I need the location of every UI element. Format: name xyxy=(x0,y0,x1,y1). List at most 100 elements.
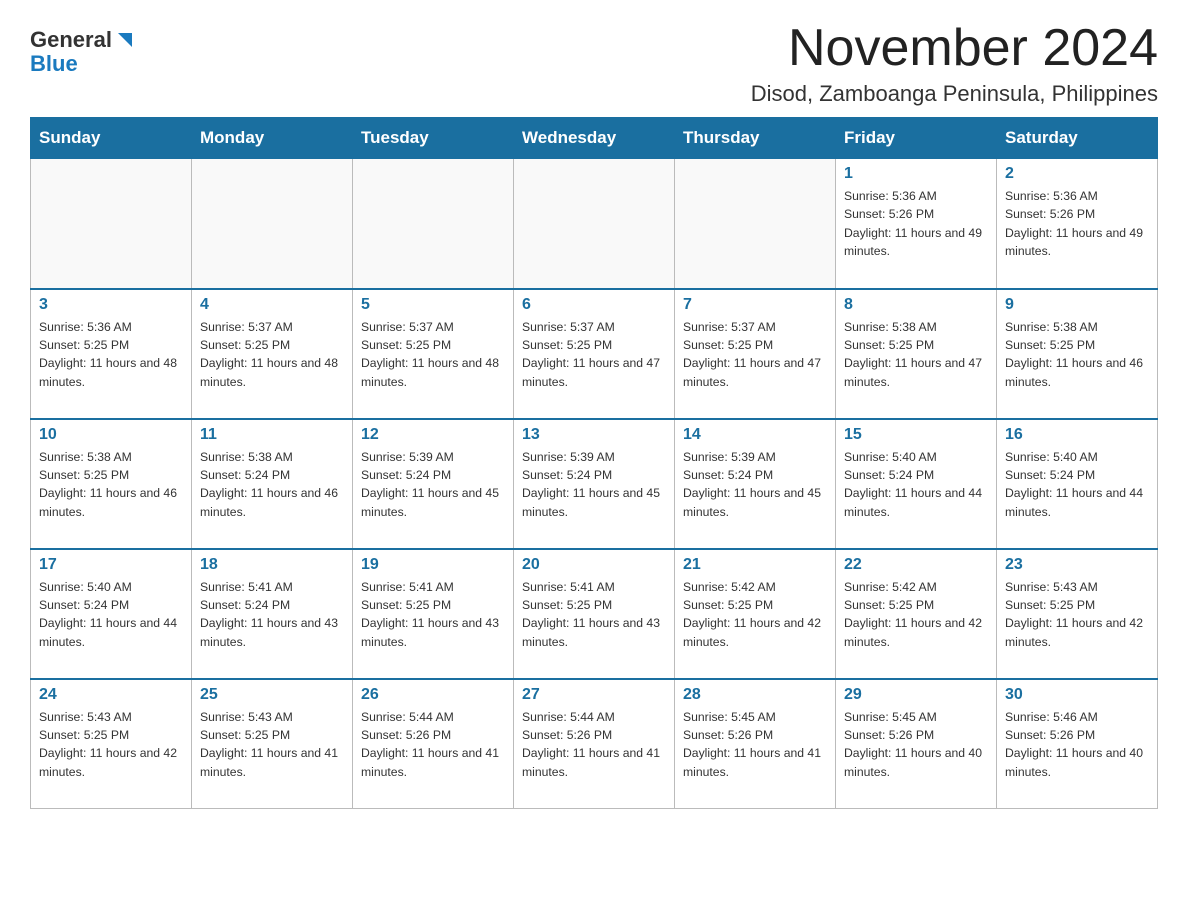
day-number: 10 xyxy=(39,426,183,444)
page-subtitle: Disod, Zamboanga Peninsula, Philippines xyxy=(751,81,1158,107)
day-info: Sunrise: 5:41 AM Sunset: 5:25 PM Dayligh… xyxy=(522,578,666,651)
day-info: Sunrise: 5:42 AM Sunset: 5:25 PM Dayligh… xyxy=(683,578,827,651)
day-info: Sunrise: 5:43 AM Sunset: 5:25 PM Dayligh… xyxy=(1005,578,1149,651)
calendar-cell: 28 Sunrise: 5:45 AM Sunset: 5:26 PM Dayli… xyxy=(675,679,836,809)
calendar-cell: 13Sunrise: 5:39 AM Sunset: 5:24 PM Dayli… xyxy=(514,419,675,549)
day-number: 22 xyxy=(844,556,988,574)
page-title: November 2024 xyxy=(751,20,1158,77)
calendar-week-row: 1 Sunrise: 5:36 AM Sunset: 5:26 PM Daylig… xyxy=(31,159,1158,289)
day-number: 24 xyxy=(39,686,183,704)
day-info: Sunrise: 5:37 AM Sunset: 5:25 PM Dayligh… xyxy=(522,318,666,391)
day-info: Sunrise: 5:38 AM Sunset: 5:25 PM Dayligh… xyxy=(844,318,988,391)
calendar-cell: 22 Sunrise: 5:42 AM Sunset: 5:25 PM Dayli… xyxy=(836,549,997,679)
day-info: Sunrise: 5:45 AM Sunset: 5:26 PM Dayligh… xyxy=(844,708,988,781)
calendar-cell: 9Sunrise: 5:38 AM Sunset: 5:25 PM Daylig… xyxy=(997,289,1158,419)
calendar-cell xyxy=(353,159,514,289)
day-number: 3 xyxy=(39,296,183,314)
day-number: 1 xyxy=(844,165,988,183)
col-header-thursday: Thursday xyxy=(675,118,836,159)
calendar-cell xyxy=(31,159,192,289)
calendar-cell: 11 Sunrise: 5:38 AM Sunset: 5:24 PM Dayli… xyxy=(192,419,353,549)
day-number: 11 xyxy=(200,426,344,444)
calendar-cell xyxy=(675,159,836,289)
calendar-cell: 16 Sunrise: 5:40 AM Sunset: 5:24 PM Dayli… xyxy=(997,419,1158,549)
calendar-cell: 19 Sunrise: 5:41 AM Sunset: 5:25 PM Dayli… xyxy=(353,549,514,679)
day-info: Sunrise: 5:36 AM Sunset: 5:26 PM Dayligh… xyxy=(1005,187,1149,260)
day-info: Sunrise: 5:41 AM Sunset: 5:25 PM Dayligh… xyxy=(361,578,505,651)
day-number: 28 xyxy=(683,686,827,704)
day-number: 16 xyxy=(1005,426,1149,444)
col-header-wednesday: Wednesday xyxy=(514,118,675,159)
calendar-cell xyxy=(192,159,353,289)
day-number: 27 xyxy=(522,686,666,704)
day-number: 23 xyxy=(1005,556,1149,574)
calendar-cell: 17 Sunrise: 5:40 AM Sunset: 5:24 PM Dayli… xyxy=(31,549,192,679)
calendar-cell: 1Sunrise: 5:36 AM Sunset: 5:26 PM Daylig… xyxy=(836,159,997,289)
day-number: 19 xyxy=(361,556,505,574)
calendar-cell: 24 Sunrise: 5:43 AM Sunset: 5:25 PM Dayli… xyxy=(31,679,192,809)
calendar-table: SundayMondayTuesdayWednesdayThursdayFrid… xyxy=(30,117,1158,809)
title-block: November 2024 Disod, Zamboanga Peninsula… xyxy=(751,20,1158,107)
day-info: Sunrise: 5:40 AM Sunset: 5:24 PM Dayligh… xyxy=(1005,448,1149,521)
calendar-cell: 6 Sunrise: 5:37 AM Sunset: 5:25 PM Daylig… xyxy=(514,289,675,419)
col-header-saturday: Saturday xyxy=(997,118,1158,159)
page-header: General Blue November 2024 Disod, Zamboa… xyxy=(30,20,1158,107)
day-info: Sunrise: 5:43 AM Sunset: 5:25 PM Dayligh… xyxy=(39,708,183,781)
day-number: 21 xyxy=(683,556,827,574)
day-number: 25 xyxy=(200,686,344,704)
calendar-cell: 10 Sunrise: 5:38 AM Sunset: 5:25 PM Dayli… xyxy=(31,419,192,549)
calendar-cell: 5Sunrise: 5:37 AM Sunset: 5:25 PM Daylig… xyxy=(353,289,514,419)
day-info: Sunrise: 5:37 AM Sunset: 5:25 PM Dayligh… xyxy=(361,318,505,391)
day-number: 12 xyxy=(361,426,505,444)
day-number: 9 xyxy=(1005,296,1149,314)
day-info: Sunrise: 5:40 AM Sunset: 5:24 PM Dayligh… xyxy=(844,448,988,521)
day-info: Sunrise: 5:44 AM Sunset: 5:26 PM Dayligh… xyxy=(522,708,666,781)
day-info: Sunrise: 5:42 AM Sunset: 5:25 PM Dayligh… xyxy=(844,578,988,651)
day-number: 30 xyxy=(1005,686,1149,704)
calendar-cell: 30Sunrise: 5:46 AM Sunset: 5:26 PM Dayli… xyxy=(997,679,1158,809)
day-info: Sunrise: 5:41 AM Sunset: 5:24 PM Dayligh… xyxy=(200,578,344,651)
calendar-cell: 20 Sunrise: 5:41 AM Sunset: 5:25 PM Dayli… xyxy=(514,549,675,679)
day-info: Sunrise: 5:36 AM Sunset: 5:25 PM Dayligh… xyxy=(39,318,183,391)
day-number: 8 xyxy=(844,296,988,314)
col-header-tuesday: Tuesday xyxy=(353,118,514,159)
calendar-cell: 2 Sunrise: 5:36 AM Sunset: 5:26 PM Daylig… xyxy=(997,159,1158,289)
day-info: Sunrise: 5:45 AM Sunset: 5:26 PM Dayligh… xyxy=(683,708,827,781)
day-number: 20 xyxy=(522,556,666,574)
day-number: 17 xyxy=(39,556,183,574)
day-info: Sunrise: 5:37 AM Sunset: 5:25 PM Dayligh… xyxy=(683,318,827,391)
day-info: Sunrise: 5:38 AM Sunset: 5:24 PM Dayligh… xyxy=(200,448,344,521)
calendar-cell: 27 Sunrise: 5:44 AM Sunset: 5:26 PM Dayli… xyxy=(514,679,675,809)
col-header-sunday: Sunday xyxy=(31,118,192,159)
day-info: Sunrise: 5:39 AM Sunset: 5:24 PM Dayligh… xyxy=(522,448,666,521)
day-info: Sunrise: 5:39 AM Sunset: 5:24 PM Dayligh… xyxy=(361,448,505,521)
day-info: Sunrise: 5:38 AM Sunset: 5:25 PM Dayligh… xyxy=(39,448,183,521)
day-info: Sunrise: 5:39 AM Sunset: 5:24 PM Dayligh… xyxy=(683,448,827,521)
day-number: 7 xyxy=(683,296,827,314)
calendar-cell: 15 Sunrise: 5:40 AM Sunset: 5:24 PM Dayli… xyxy=(836,419,997,549)
logo: General Blue xyxy=(30,28,136,76)
calendar-cell: 14 Sunrise: 5:39 AM Sunset: 5:24 PM Dayli… xyxy=(675,419,836,549)
day-info: Sunrise: 5:40 AM Sunset: 5:24 PM Dayligh… xyxy=(39,578,183,651)
day-number: 2 xyxy=(1005,165,1149,183)
calendar-cell: 3 Sunrise: 5:36 AM Sunset: 5:25 PM Daylig… xyxy=(31,289,192,419)
day-info: Sunrise: 5:37 AM Sunset: 5:25 PM Dayligh… xyxy=(200,318,344,391)
calendar-cell: 25 Sunrise: 5:43 AM Sunset: 5:25 PM Dayli… xyxy=(192,679,353,809)
day-info: Sunrise: 5:44 AM Sunset: 5:26 PM Dayligh… xyxy=(361,708,505,781)
day-number: 6 xyxy=(522,296,666,314)
day-number: 18 xyxy=(200,556,344,574)
calendar-week-row: 3 Sunrise: 5:36 AM Sunset: 5:25 PM Daylig… xyxy=(31,289,1158,419)
col-header-monday: Monday xyxy=(192,118,353,159)
calendar-cell xyxy=(514,159,675,289)
day-number: 14 xyxy=(683,426,827,444)
calendar-cell: 4Sunrise: 5:37 AM Sunset: 5:25 PM Daylig… xyxy=(192,289,353,419)
calendar-cell: 23 Sunrise: 5:43 AM Sunset: 5:25 PM Dayli… xyxy=(997,549,1158,679)
day-number: 26 xyxy=(361,686,505,704)
logo-blue-text: Blue xyxy=(30,52,78,76)
col-header-friday: Friday xyxy=(836,118,997,159)
calendar-cell: 26 Sunrise: 5:44 AM Sunset: 5:26 PM Dayli… xyxy=(353,679,514,809)
day-number: 15 xyxy=(844,426,988,444)
calendar-cell: 12 Sunrise: 5:39 AM Sunset: 5:24 PM Dayli… xyxy=(353,419,514,549)
day-info: Sunrise: 5:43 AM Sunset: 5:25 PM Dayligh… xyxy=(200,708,344,781)
calendar-cell: 8 Sunrise: 5:38 AM Sunset: 5:25 PM Daylig… xyxy=(836,289,997,419)
